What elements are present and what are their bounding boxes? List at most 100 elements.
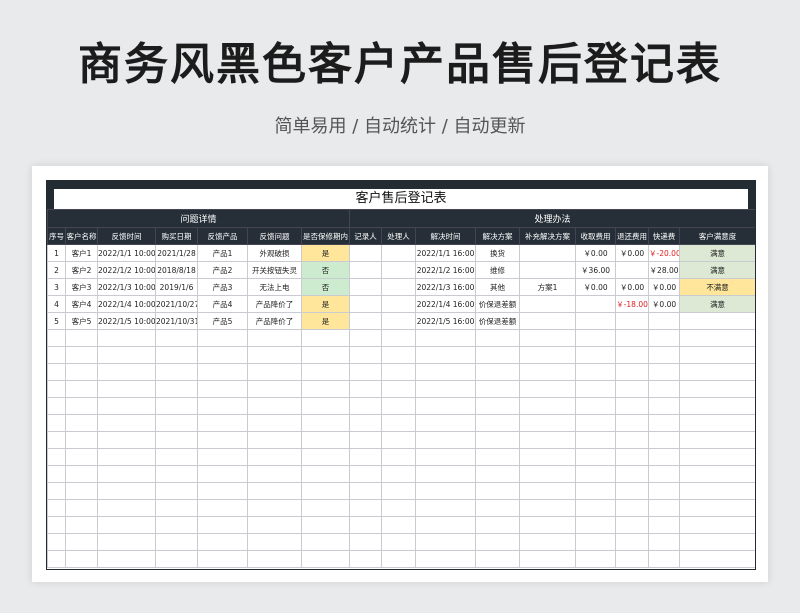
table-cell[interactable] (97, 363, 156, 381)
table-cell[interactable] (197, 414, 248, 432)
table-cell[interactable] (97, 499, 156, 517)
table-cell[interactable] (679, 482, 755, 500)
table-cell[interactable] (575, 312, 617, 330)
table-cell[interactable] (679, 363, 755, 381)
table-cell[interactable] (247, 499, 302, 517)
table-cell[interactable] (415, 431, 477, 449)
table-cell[interactable] (247, 329, 302, 347)
table-cell[interactable] (475, 363, 521, 381)
table-cell[interactable] (65, 346, 98, 364)
table-cell[interactable] (615, 363, 650, 381)
table-cell[interactable] (155, 499, 198, 517)
table-cell[interactable] (519, 516, 577, 534)
table-cell[interactable] (615, 380, 650, 398)
table-cell[interactable] (519, 312, 577, 330)
table-cell[interactable]: 2021/1/28 (155, 244, 198, 262)
table-cell[interactable] (415, 533, 477, 551)
table-cell[interactable] (575, 329, 617, 347)
table-cell[interactable] (65, 448, 98, 466)
table-cell[interactable] (679, 380, 755, 398)
table-cell[interactable] (648, 363, 681, 381)
table-cell[interactable] (615, 312, 650, 330)
table-cell[interactable] (300, 550, 351, 568)
table-cell[interactable] (381, 465, 417, 483)
table-cell[interactable] (65, 516, 98, 534)
table-cell[interactable] (475, 499, 521, 517)
table-cell[interactable]: 客户3 (65, 278, 98, 296)
table-cell[interactable] (300, 499, 351, 517)
table-cell[interactable]: 否 (300, 261, 351, 279)
table-cell[interactable]: 产品3 (197, 278, 248, 296)
table-cell[interactable] (47, 516, 66, 534)
table-cell[interactable]: 客户2 (65, 261, 98, 279)
table-cell[interactable] (300, 329, 351, 347)
table-cell[interactable] (475, 482, 521, 500)
table-cell[interactable] (519, 414, 577, 432)
table-cell[interactable] (648, 431, 681, 449)
table-cell[interactable] (65, 363, 98, 381)
table-cell[interactable] (349, 244, 383, 262)
table-cell[interactable]: ￥0.00 (648, 278, 681, 296)
table-cell[interactable]: 2022/1/2 10:00 (97, 261, 156, 279)
table-cell[interactable] (648, 346, 681, 364)
table-cell[interactable] (519, 295, 577, 313)
table-cell[interactable] (349, 261, 383, 279)
table-cell[interactable]: 2022/1/3 10:00 (97, 278, 156, 296)
table-cell[interactable] (97, 431, 156, 449)
table-cell[interactable]: 2019/1/6 (155, 278, 198, 296)
table-cell[interactable] (197, 329, 248, 347)
table-cell[interactable] (519, 363, 577, 381)
table-cell[interactable] (65, 550, 98, 568)
table-cell[interactable] (648, 533, 681, 551)
table-cell[interactable] (575, 397, 617, 415)
table-cell[interactable] (349, 448, 383, 466)
table-cell[interactable] (97, 482, 156, 500)
table-cell[interactable]: 2022/1/1 10:00 (97, 244, 156, 262)
table-cell[interactable] (519, 533, 577, 551)
table-cell[interactable] (349, 346, 383, 364)
table-cell[interactable] (679, 329, 755, 347)
table-cell[interactable] (381, 312, 417, 330)
table-cell[interactable] (475, 346, 521, 364)
table-cell[interactable] (679, 397, 755, 415)
table-cell[interactable] (155, 431, 198, 449)
table-cell[interactable]: 外观破损 (247, 244, 302, 262)
table-cell[interactable] (381, 278, 417, 296)
table-cell[interactable] (575, 533, 617, 551)
table-cell[interactable] (519, 465, 577, 483)
table-cell[interactable] (197, 550, 248, 568)
table-cell[interactable]: 方案1 (519, 278, 577, 296)
table-cell[interactable] (247, 516, 302, 534)
table-cell[interactable]: 满意 (679, 261, 755, 279)
table-cell[interactable] (415, 516, 477, 534)
table-cell[interactable] (475, 380, 521, 398)
table-cell[interactable] (648, 397, 681, 415)
table-cell[interactable] (519, 397, 577, 415)
table-cell[interactable]: 2022/1/4 10:00 (97, 295, 156, 313)
table-cell[interactable] (65, 465, 98, 483)
table-cell[interactable] (300, 397, 351, 415)
table-cell[interactable] (381, 533, 417, 551)
table-cell[interactable] (679, 431, 755, 449)
table-cell[interactable]: 2022/1/5 10:00 (97, 312, 156, 330)
table-cell[interactable] (475, 414, 521, 432)
table-cell[interactable] (349, 533, 383, 551)
table-cell[interactable] (648, 380, 681, 398)
table-cell[interactable] (615, 465, 650, 483)
table-cell[interactable] (47, 465, 66, 483)
table-cell[interactable] (155, 550, 198, 568)
table-cell[interactable] (197, 431, 248, 449)
table-cell[interactable] (97, 329, 156, 347)
table-cell[interactable] (65, 380, 98, 398)
table-cell[interactable] (247, 363, 302, 381)
table-cell[interactable]: 产品1 (197, 244, 248, 262)
table-cell[interactable] (300, 465, 351, 483)
table-cell[interactable]: 换货 (475, 244, 521, 262)
table-cell[interactable] (475, 516, 521, 534)
table-cell[interactable] (679, 346, 755, 364)
table-cell[interactable] (47, 363, 66, 381)
table-cell[interactable]: 是 (300, 312, 351, 330)
table-cell[interactable] (519, 482, 577, 500)
table-cell[interactable] (65, 533, 98, 551)
table-cell[interactable] (65, 482, 98, 500)
